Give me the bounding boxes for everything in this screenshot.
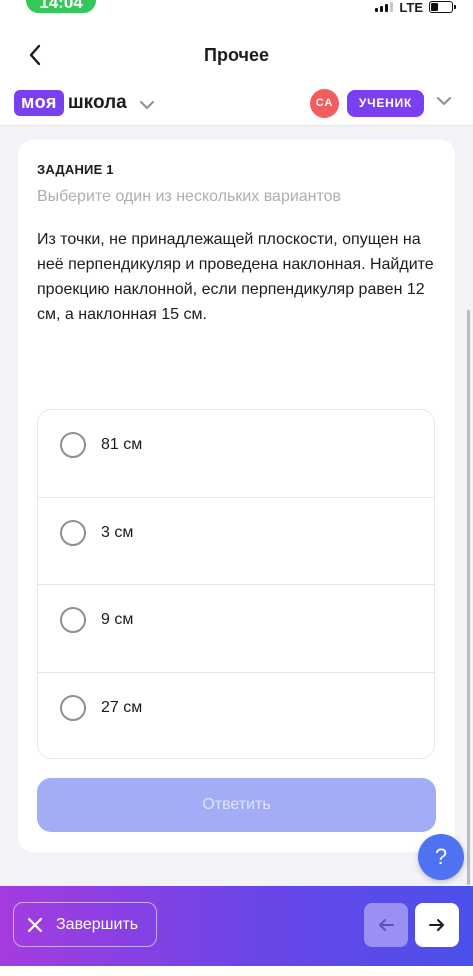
radio-button[interactable] <box>60 432 86 458</box>
brand-switcher[interactable]: моя школа <box>14 90 155 116</box>
signal-icon <box>375 2 394 12</box>
home-indicator-area <box>0 966 473 976</box>
role-badge[interactable]: УЧЕНИК <box>347 90 424 117</box>
radio-button[interactable] <box>60 519 86 546</box>
battery-icon <box>429 1 456 13</box>
scrollbar[interactable] <box>467 310 470 885</box>
status-indicators: LTE <box>375 0 456 15</box>
task-card: ЗАДАНИЕ 1 Выберите один из нескольких ва… <box>18 140 455 852</box>
task-number: ЗАДАНИЕ 1 <box>37 162 114 177</box>
answer-option-label: 27 см <box>101 698 143 716</box>
task-question: Из точки, не принадлежащей плоскости, оп… <box>37 231 434 323</box>
network-label: LTE <box>399 0 423 15</box>
radio-button[interactable] <box>60 694 86 721</box>
finish-label: Завершить <box>56 915 139 933</box>
avatar[interactable]: СА <box>310 89 339 118</box>
brand-logo-moya: моя <box>14 90 64 116</box>
page-title: Прочее <box>204 45 269 65</box>
answer-options: 81 см 3 см 9 см 27 см <box>37 409 435 759</box>
bottom-bar: Завершить <box>0 886 473 966</box>
close-icon <box>27 917 43 932</box>
previous-button[interactable] <box>364 903 408 947</box>
submit-button[interactable]: Ответить <box>37 778 436 832</box>
task-hint: Выберите один из нескольких вариантов <box>37 188 342 205</box>
next-button[interactable] <box>415 903 459 947</box>
answer-option-label: 81 см <box>101 436 143 453</box>
chevron-down-icon <box>139 100 154 109</box>
status-bar: 14:04 LTE <box>0 0 473 20</box>
brand-logo-shkola: школа <box>67 92 127 113</box>
answer-option-label: 9 см <box>101 611 134 628</box>
status-time: 14:04 <box>26 0 96 13</box>
help-button[interactable]: ? <box>418 834 464 880</box>
finish-button[interactable]: Завершить <box>13 902 157 947</box>
chevron-down-icon[interactable] <box>436 96 452 106</box>
arrow-left-icon <box>379 919 394 931</box>
brand-row: моя школа СА УЧЕНИК <box>0 86 473 126</box>
answer-option[interactable]: 3 см <box>38 498 434 585</box>
nav-header: Прочее <box>0 20 473 86</box>
arrow-right-icon <box>429 919 444 931</box>
answer-option-label: 3 см <box>101 523 134 541</box>
answer-option[interactable]: 27 см <box>38 673 434 759</box>
radio-button[interactable] <box>60 607 86 633</box>
answer-option[interactable]: 81 см <box>38 410 434 498</box>
answer-option[interactable]: 9 см <box>38 585 434 673</box>
